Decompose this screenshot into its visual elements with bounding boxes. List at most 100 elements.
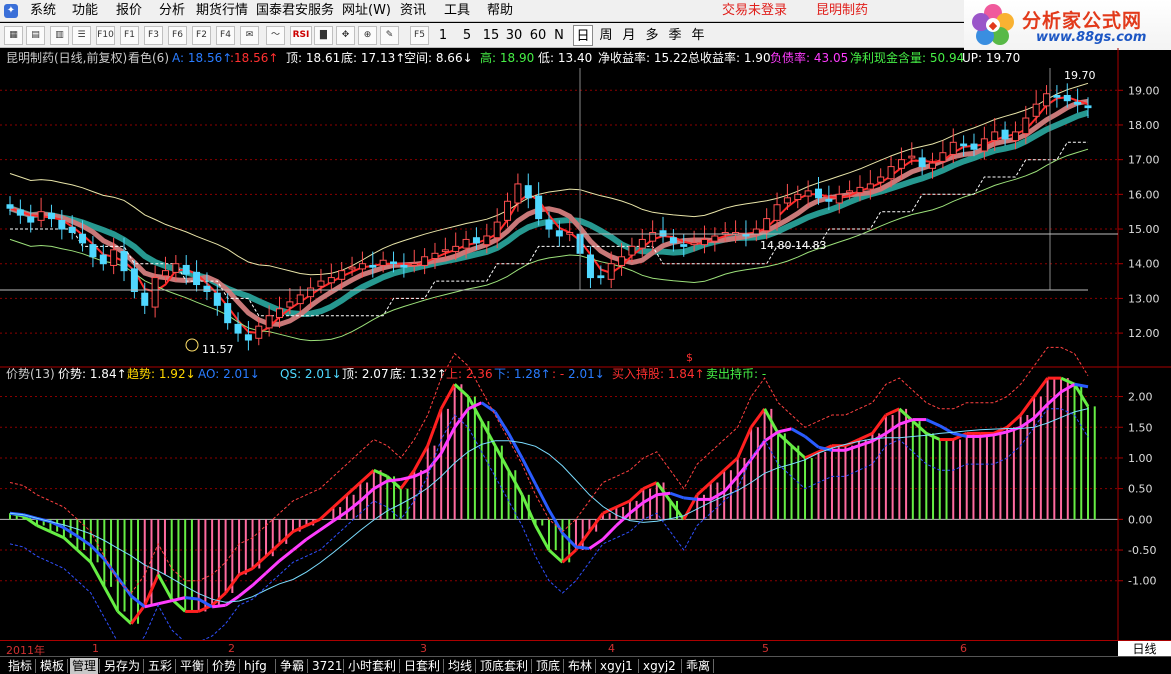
app-icon[interactable]: ✦ [4,4,18,18]
grid2-icon[interactable]: ▤ [26,26,45,45]
menu-help[interactable]: 帮助 [487,0,513,22]
menu-quote[interactable]: 报价 [116,0,142,22]
candle-body [949,141,957,155]
shang-value: 上: 2.36 [446,367,493,381]
f6-icon[interactable]: F6 [168,26,187,45]
candle-body [338,270,346,280]
move-icon[interactable]: ✥ [336,26,355,45]
indicator-tab[interactable]: 3721 [310,658,345,674]
candle-body [991,131,999,142]
period-n[interactable]: N [552,25,566,46]
space-value: 空间: 8.66↓ [404,51,473,65]
candle-body [835,193,843,204]
period-week[interactable]: 周 [597,25,615,46]
period-day[interactable]: 日 [573,25,593,46]
trend-line [669,491,685,500]
pencil-icon[interactable]: ✎ [380,26,399,45]
period-60min[interactable]: 60 [528,25,548,46]
indicator-tab[interactable]: 指标 [6,658,34,674]
indicator-tab[interactable]: 布林 [566,658,594,674]
candle-body [939,152,947,162]
period-30min[interactable]: 30 [504,25,524,46]
ding-value: 顶: 2.07 [342,367,389,381]
menu-analysis[interactable]: 分析 [159,0,185,22]
momentum-line [318,505,335,521]
indicator-tab[interactable]: 争霸 [278,658,306,674]
candle-body [597,275,605,279]
candle-body [980,138,988,152]
momentum-line [709,469,726,484]
candle-body [825,199,833,202]
candle-body [379,259,387,266]
menu-tools[interactable]: 工具 [444,0,470,22]
indicator-tab[interactable]: 顶底套利 [478,658,530,674]
indicator-tab[interactable]: 小时套利 [346,658,398,674]
momentum-line [1019,395,1036,416]
f3-icon[interactable]: F3 [144,26,163,45]
indicator-tab[interactable]: xgyj2 [641,658,678,674]
period-15min[interactable]: 15 [481,25,501,46]
stats-icon[interactable]: ▇ [314,26,333,45]
candle-body [908,155,916,159]
momentum-line [426,408,443,447]
tab-separator [475,659,476,673]
news-icon[interactable]: ✉ [240,26,259,45]
f2-icon[interactable]: F2 [192,26,211,45]
period-label: 日线 [1118,641,1171,657]
sub-title: 价势(13) [6,367,55,381]
candle-body [763,218,771,232]
menu-futures[interactable]: 期货行情 [196,0,248,22]
menu-system[interactable]: 系统 [30,0,56,22]
tab-separator [99,659,100,673]
period-5min[interactable]: 5 [460,25,474,46]
period-month[interactable]: 月 [620,25,638,46]
menu-gtja-service[interactable]: 国泰君安服务 [256,0,334,22]
candle-body [555,230,563,237]
period-1min[interactable]: 1 [436,25,450,46]
candle-body [161,270,169,277]
list-icon[interactable]: ☰ [72,26,91,45]
indicator-tab[interactable]: 乖离 [684,658,712,674]
indicator-tab[interactable]: hjfg [242,658,269,674]
momentum-line [547,548,564,564]
f10-icon[interactable]: F10 [96,26,115,45]
candle-body [1043,93,1051,107]
f5-button[interactable]: F5 [410,26,429,45]
grid-icon[interactable]: ▦ [4,26,23,45]
candle-body [296,294,304,305]
date-bar: 2011年 1 2 3 4 5 6 日线 [0,640,1171,657]
total-yield: 总收益率: 1.90 [688,51,771,65]
kline-icon[interactable]: 〜 [266,26,285,45]
indicator-tab[interactable]: 模板 [38,658,66,674]
indicator-tab[interactable]: 管理 [70,658,99,674]
menu-news[interactable]: 资讯 [400,0,426,22]
candle-body [524,185,532,199]
indicator-tab[interactable]: 五彩 [146,658,174,674]
tab-separator [681,659,682,673]
zoom-in-icon[interactable]: ⊕ [358,26,377,45]
candle-body [141,292,149,306]
candle-body [276,308,283,318]
period-quarter[interactable]: 季 [666,25,684,46]
indicator-tab[interactable]: xgyj1 [598,658,635,674]
trend-line [251,571,268,587]
menu-url[interactable]: 网址(W) [342,0,391,22]
f1-icon[interactable]: F1 [120,26,139,45]
rsi-button[interactable]: RSI [290,26,312,45]
main-y-tick-label: 19.00 [1128,84,1160,97]
f4-icon[interactable]: F4 [216,26,235,45]
indicator-tab[interactable]: 日套利 [402,658,442,674]
trend-line [507,432,524,459]
indicator-tab[interactable]: 均线 [446,658,474,674]
period-year[interactable]: 年 [689,25,707,46]
indicator-tab[interactable]: 平衡 [178,658,206,674]
menu-function[interactable]: 功能 [72,0,98,22]
indicator-tab[interactable]: 另存为 [102,658,142,674]
period-multi[interactable]: 多 [643,25,661,46]
chart-area[interactable]: 19.00 18.00 17.00 16.00 15.00 14.00 13.00 12.00… [0,48,1171,640]
indicator-tab[interactable]: 价势 [210,658,238,674]
login-status[interactable]: 交易未登录 [722,0,787,22]
candle-body [856,186,864,194]
indicator-tab[interactable]: 顶底 [534,658,562,674]
table-icon[interactable]: ▥ [50,26,69,45]
